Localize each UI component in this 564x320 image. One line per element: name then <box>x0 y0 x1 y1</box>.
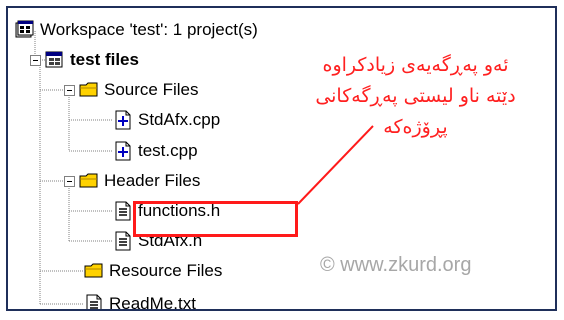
workspace-title: Workspace 'test': 1 project(s) <box>40 20 258 39</box>
source-files-label: Source Files <box>104 80 199 99</box>
tree-item-project[interactable]: test files <box>45 45 139 75</box>
tree-item-source-files[interactable]: Source Files <box>79 75 198 105</box>
file-label: StdAfx.cpp <box>138 110 221 129</box>
resource-files-label: Resource Files <box>109 261 223 280</box>
annotation-line: ئەو پەڕگەیەی زیادکراوە <box>322 54 509 76</box>
annotation-text: ئەو پەڕگەیەی زیادکراوە دێتە ناو لیستی پە… <box>288 50 543 143</box>
workspace-icon <box>15 20 34 38</box>
folder-icon <box>79 173 98 188</box>
tree-item-test-cpp[interactable]: test.cpp <box>113 136 198 166</box>
tree-item-stdafx-cpp[interactable]: StdAfx.cpp <box>113 105 220 135</box>
annotation-line: دێتە ناو لیستی پەڕگەکانی <box>315 85 516 107</box>
source-files-collapse-toggle[interactable] <box>64 85 75 96</box>
project-collapse-toggle[interactable] <box>30 55 41 66</box>
workspace-tree-panel: Workspace 'test': 1 project(s) test file… <box>6 6 557 311</box>
text-file-icon <box>86 294 102 309</box>
tree-item-readme[interactable]: ReadMe.txt <box>84 289 196 311</box>
file-label: test.cpp <box>138 141 198 160</box>
tree-item-resource-files[interactable]: Resource Files <box>84 256 222 286</box>
tree-item-workspace[interactable]: Workspace 'test': 1 project(s) <box>15 15 258 45</box>
cpp-file-icon <box>115 141 131 161</box>
folder-icon <box>79 82 98 97</box>
annotation-line: پڕۆژەکە <box>383 116 448 138</box>
header-files-label: Header Files <box>104 171 201 190</box>
cpp-file-icon <box>115 110 131 130</box>
header-file-icon <box>115 201 131 221</box>
folder-icon <box>84 263 103 278</box>
highlight-box <box>133 201 298 237</box>
project-icon <box>45 51 63 68</box>
header-files-collapse-toggle[interactable] <box>64 176 75 187</box>
tree-item-header-files[interactable]: Header Files <box>79 166 200 196</box>
watermark: © www.zkurd.org <box>320 254 472 276</box>
header-file-icon <box>115 231 131 251</box>
project-label: test files <box>70 50 139 69</box>
file-label: ReadMe.txt <box>109 294 196 311</box>
